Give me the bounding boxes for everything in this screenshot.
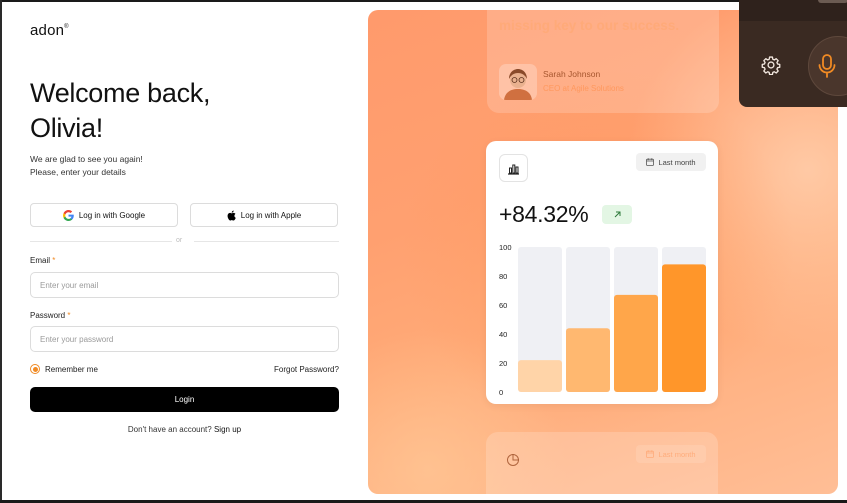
title-line-1: Welcome back,	[30, 78, 211, 108]
remember-me-radio[interactable]	[30, 364, 40, 374]
y-tick-label: 0	[499, 388, 503, 397]
divider-or-text: or	[176, 237, 183, 244]
secondary-card	[486, 432, 718, 494]
bar-chart: 100 80 60 40 20 0	[499, 243, 706, 397]
toolbar-header	[739, 0, 847, 21]
brand-logo[interactable]: adon®	[30, 22, 69, 39]
remember-me-toggle[interactable]: Remember me	[30, 364, 98, 374]
testimonial-quote: missing key to our success.	[499, 18, 680, 33]
toolbar-handle[interactable]	[818, 0, 847, 3]
password-field[interactable]	[30, 326, 339, 352]
testimonial-author-name: Sarah Johnson	[543, 69, 601, 79]
google-login-button[interactable]: Log in with Google	[30, 203, 178, 227]
divider-right	[194, 241, 339, 242]
y-tick-label: 20	[499, 359, 507, 368]
apple-icon	[227, 210, 236, 220]
y-tick-label: 60	[499, 301, 507, 310]
calendar-icon	[646, 450, 655, 458]
google-icon	[62, 209, 74, 221]
testimonial-author-role: CEO at Agile Solutions	[543, 84, 624, 93]
page-title: Welcome back, Olivia!	[30, 76, 290, 146]
bar-4[interactable]	[662, 264, 706, 392]
y-tick-label: 80	[499, 272, 507, 281]
divider-left	[30, 241, 172, 242]
window-top-edge	[0, 0, 847, 2]
bar-2[interactable]	[566, 328, 610, 392]
email-field[interactable]	[30, 272, 339, 298]
forgot-password-link[interactable]: Forgot Password?	[274, 365, 339, 374]
gear-icon	[761, 56, 781, 75]
password-label: Password *	[30, 311, 71, 320]
remember-me-label: Remember me	[45, 364, 98, 374]
avatar	[499, 64, 537, 100]
secondary-period-select[interactable]: Last month	[636, 445, 706, 463]
signup-link[interactable]: Sign up	[214, 425, 241, 434]
stats-card: Last month +84.32% 100 80 60 40 20 0	[486, 141, 718, 404]
bar-3[interactable]	[614, 294, 658, 392]
page-subtitle: We are glad to see you again! Please, en…	[30, 154, 143, 177]
email-label: Email *	[30, 256, 56, 265]
y-tick-label: 100	[499, 243, 512, 252]
login-button[interactable]: Login	[30, 387, 339, 412]
microphone-icon	[818, 54, 836, 78]
y-tick-label: 40	[499, 330, 507, 339]
bar-1[interactable]	[518, 360, 562, 392]
apple-login-button[interactable]: Log in with Apple	[190, 203, 338, 227]
pie-chart-icon	[507, 454, 519, 466]
settings-button[interactable]	[758, 52, 784, 78]
title-line-2: Olivia!	[30, 113, 103, 143]
signup-prompt: Don't have an account? Sign up	[127, 425, 242, 434]
